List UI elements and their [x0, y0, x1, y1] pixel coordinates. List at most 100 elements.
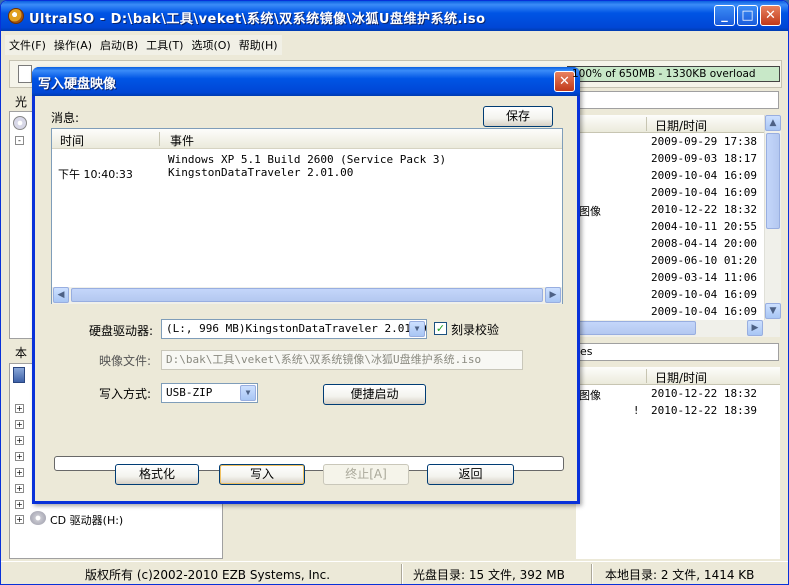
menu-bootable[interactable]: 启动(B) [96, 35, 142, 55]
row-name: 图像 [579, 205, 601, 218]
tree-expand-icon[interactable]: + [15, 468, 24, 477]
maximize-button[interactable]: □ [737, 5, 758, 26]
local-path-bar[interactable]: es [579, 343, 779, 361]
hscroll-thumb[interactable] [576, 321, 696, 335]
computer-icon [13, 367, 25, 383]
table-row[interactable]: 2008-04-14 20:00 [576, 236, 764, 253]
table-row[interactable]: 2009-10-04 16:09 [576, 304, 764, 321]
cd-drive-label[interactable]: CD 驱动器(H:) [50, 512, 123, 528]
menu-options[interactable]: 选项(O) [187, 35, 234, 55]
disc-pane-label: 光 [15, 95, 28, 109]
menu-bar: 文件(F) 操作(A) 启动(B) 工具(T) 选项(O) 帮助(H) [5, 35, 282, 55]
table-row[interactable]: 2009-06-10 01:20 [576, 253, 764, 270]
message-time: 下午 10:40:33 [58, 168, 133, 181]
table-row[interactable]: 2009-03-14 11:06 [576, 270, 764, 287]
menu-help[interactable]: 帮助(H) [235, 35, 282, 55]
row-date: 2009-10-04 16:09 [651, 288, 757, 301]
disc-list-header: 日期/时间 [576, 115, 764, 133]
drive-select-value: (L:, 996 MB)KingstonDataTraveler 2.01.00 [166, 322, 427, 335]
table-row[interactable]: 2009-10-04 16:09 [576, 168, 764, 185]
row-date: 2004-10-11 20:55 [651, 220, 757, 233]
table-row[interactable]: 图像 2010-12-22 18:32 [576, 386, 780, 403]
disc-list-vscrollbar[interactable]: ▲ ▼ [764, 115, 781, 320]
tree-expand-icon[interactable]: + [15, 404, 24, 413]
scroll-left-arrow-icon[interactable]: ◀ [53, 287, 69, 303]
image-file-label: 映像文件: [99, 354, 152, 368]
verify-label[interactable]: 刻录校验 [451, 321, 499, 338]
row-date: 2010-12-22 18:32 [651, 203, 757, 216]
message-log-hscrollbar[interactable]: ◀ ▶ [52, 287, 562, 304]
row-date: 2010-12-22 18:32 [651, 387, 757, 400]
tree-expand-icon[interactable]: + [15, 452, 24, 461]
row-flag: ! [634, 404, 639, 417]
write-disk-image-dialog: 写入硬盘映像 ✕ 消息: 保存 时间 事件 下午 10:40:33 Window… [32, 67, 580, 504]
status-disc-directory: 光盘目录: 15 文件, 392 MB [413, 568, 565, 582]
dialog-title-bar[interactable]: 写入硬盘映像 ✕ [32, 67, 580, 96]
image-file-field[interactable]: D:\bak\工具\veket\系统\双系统镜像\冰狐U盘维护系统.iso [161, 350, 523, 370]
save-button[interactable]: 保存 [483, 106, 553, 127]
drive-select[interactable]: (L:, 996 MB)KingstonDataTraveler 2.01.00… [161, 319, 427, 339]
image-file-value: D:\bak\工具\veket\系统\双系统镜像\冰狐U盘维护系统.iso [166, 353, 482, 366]
table-row[interactable]: 2009-10-04 16:09 [576, 287, 764, 304]
date-column-header[interactable]: 日期/时间 [655, 369, 707, 386]
table-row[interactable]: 2009-10-04 16:09 [576, 185, 764, 202]
scroll-right-arrow-icon[interactable]: ▶ [747, 320, 763, 336]
tree-expand-icon[interactable]: + [15, 500, 24, 509]
time-column-header[interactable]: 时间 [60, 132, 84, 149]
tree-expand-icon[interactable]: + [15, 484, 24, 493]
row-date: 2009-09-29 17:38 [651, 135, 757, 148]
write-button[interactable]: 写入 [219, 464, 305, 485]
scroll-right-arrow-icon[interactable]: ▶ [545, 287, 561, 303]
table-row[interactable]: ! 2010-12-22 18:39 [576, 403, 780, 420]
event-column-header[interactable]: 事件 [170, 132, 194, 149]
hscroll-thumb[interactable] [71, 288, 543, 302]
messages-label: 消息: [51, 111, 80, 125]
row-date: 2009-06-10 01:20 [651, 254, 757, 267]
status-copyright: 版权所有 (c)2002-2010 EZB Systems, Inc. [85, 568, 331, 582]
row-date: 2009-10-04 16:09 [651, 305, 757, 318]
tree-collapse-icon[interactable]: - [15, 136, 24, 145]
tree-expand-icon[interactable]: + [15, 515, 24, 524]
local-path-text: es [580, 345, 593, 358]
disc-file-list: 日期/时间 2009-09-29 17:38 2009-09-03 18:17 20… [576, 115, 781, 337]
close-button[interactable]: ✕ [760, 5, 781, 26]
format-button[interactable]: 格式化 [115, 464, 199, 485]
row-name: 图像 [579, 389, 601, 402]
row-date: 2009-03-14 11:06 [651, 271, 757, 284]
new-document-icon[interactable] [18, 65, 32, 83]
message-event: KingstonDataTraveler 2.01.00 [168, 166, 354, 179]
tree-expand-icon[interactable]: + [15, 436, 24, 445]
table-row[interactable]: 2004-10-11 20:55 [576, 219, 764, 236]
table-row[interactable]: 2009-09-29 17:38 [576, 134, 764, 151]
table-row[interactable]: 图像 2010-12-22 18:32 [576, 202, 764, 219]
chevron-down-icon[interactable]: ▼ [240, 385, 256, 401]
dialog-body: 消息: 保存 时间 事件 下午 10:40:33 Windows XP 5.1 … [35, 96, 577, 501]
menu-file[interactable]: 文件(F) [5, 35, 50, 55]
scroll-down-arrow-icon[interactable]: ▼ [765, 303, 781, 319]
date-column-header[interactable]: 日期/时间 [655, 117, 707, 134]
verify-checkbox[interactable]: ✓ [434, 322, 447, 335]
menu-actions[interactable]: 操作(A) [50, 35, 96, 55]
dialog-title: 写入硬盘映像 [38, 77, 117, 92]
write-mode-select[interactable]: USB-ZIP ▼ [161, 383, 258, 403]
quick-boot-button[interactable]: 便捷启动 [323, 384, 426, 405]
local-file-list: 日期/时间 图像 2010-12-22 18:32 ! 2010-12-22 18:3… [576, 367, 780, 559]
back-button[interactable]: 返回 [427, 464, 514, 485]
table-row[interactable]: 2009-09-03 18:17 [576, 151, 764, 168]
title-bar[interactable]: UltraISO - D:\bak\工具\veket\系统\双系统镜像\冰狐U盘… [1, 1, 788, 31]
disc-path-bar[interactable] [579, 91, 779, 109]
tree-expand-icon[interactable]: + [15, 420, 24, 429]
local-list-header: 日期/时间 [576, 367, 780, 385]
scroll-thumb[interactable] [766, 133, 780, 229]
abort-button[interactable]: 终止[A] [323, 464, 409, 485]
status-bar: 版权所有 (c)2002-2010 EZB Systems, Inc. 光盘目录… [1, 561, 788, 584]
drive-label: 硬盘驱动器: [89, 324, 154, 338]
scroll-up-arrow-icon[interactable]: ▲ [765, 115, 781, 131]
row-date: 2009-09-03 18:17 [651, 152, 757, 165]
disc-list-hscrollbar[interactable]: ▶ [576, 320, 780, 337]
status-local-directory: 本地目录: 2 文件, 1414 KB [605, 568, 755, 582]
chevron-down-icon[interactable]: ▼ [409, 321, 425, 337]
row-date: 2009-10-04 16:09 [651, 169, 757, 182]
menu-tools[interactable]: 工具(T) [142, 35, 187, 55]
minimize-button[interactable]: _ [714, 5, 735, 26]
